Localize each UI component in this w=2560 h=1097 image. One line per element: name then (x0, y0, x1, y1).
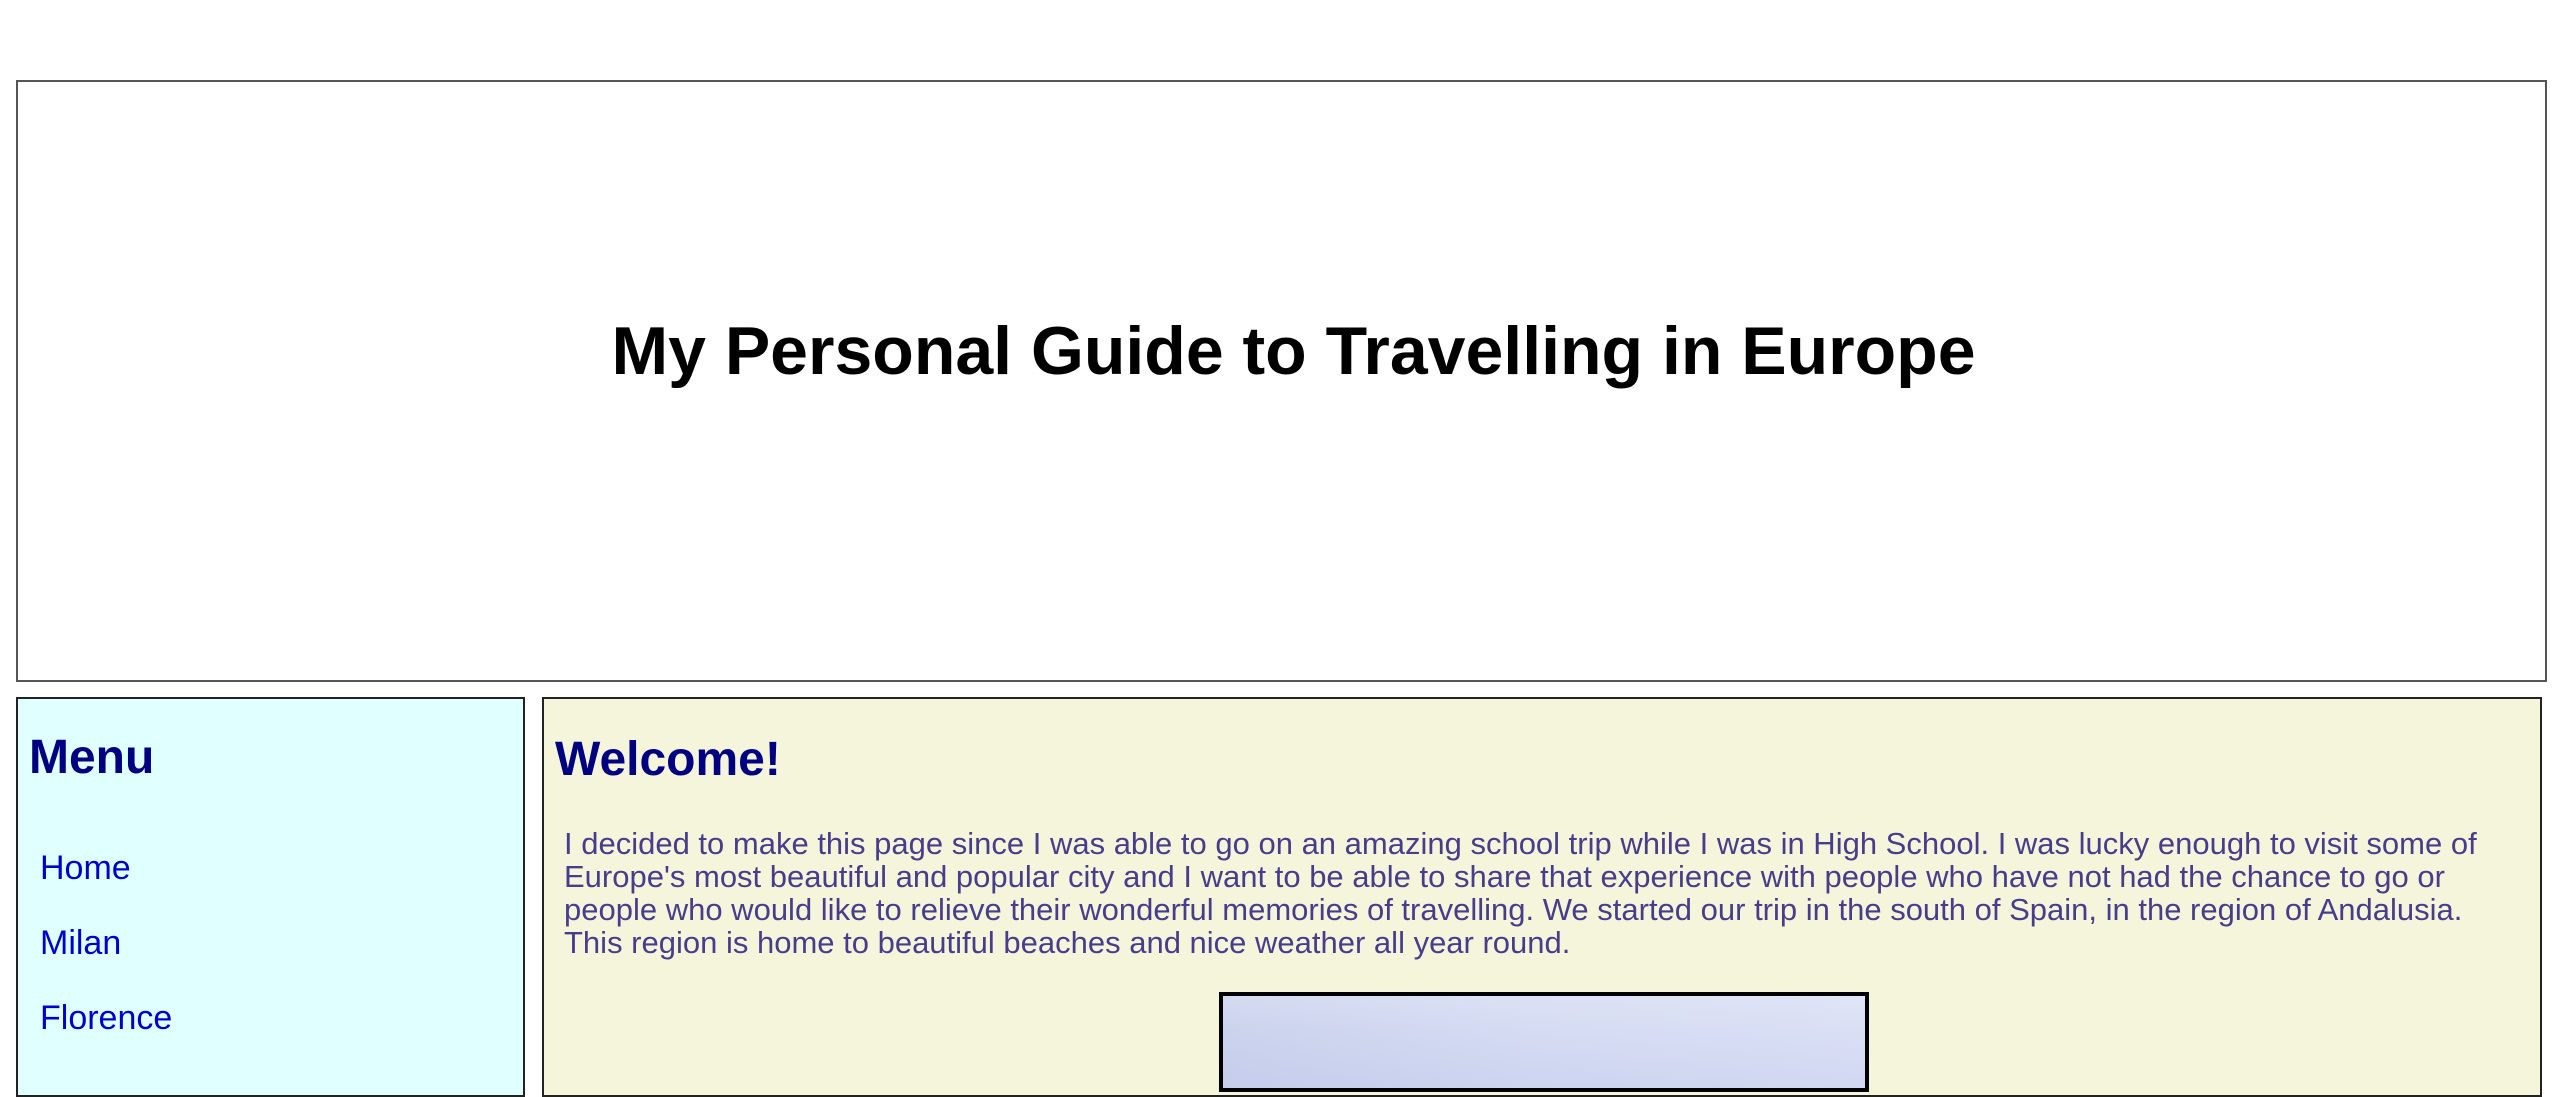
landscape-photo (1219, 992, 1869, 1092)
sidebar-menu: Menu Home Milan Florence (16, 697, 525, 1097)
menu-title: Menu (29, 731, 155, 784)
menu-link-florence[interactable]: Florence (40, 1001, 172, 1035)
site-title: My Personal Guide to Travelling in Europ… (611, 313, 1976, 389)
photo-sky (1223, 996, 1865, 1088)
main-content: Welcome! I decided to make this page sin… (542, 697, 2542, 1097)
site-header: My Personal Guide to Travelling in Europ… (16, 80, 2547, 682)
menu-link-milan[interactable]: Milan (40, 926, 121, 960)
menu-link-home[interactable]: Home (40, 851, 131, 885)
welcome-paragraph: I decided to make this page since I was … (564, 826, 2477, 960)
welcome-title: Welcome! (555, 733, 781, 786)
